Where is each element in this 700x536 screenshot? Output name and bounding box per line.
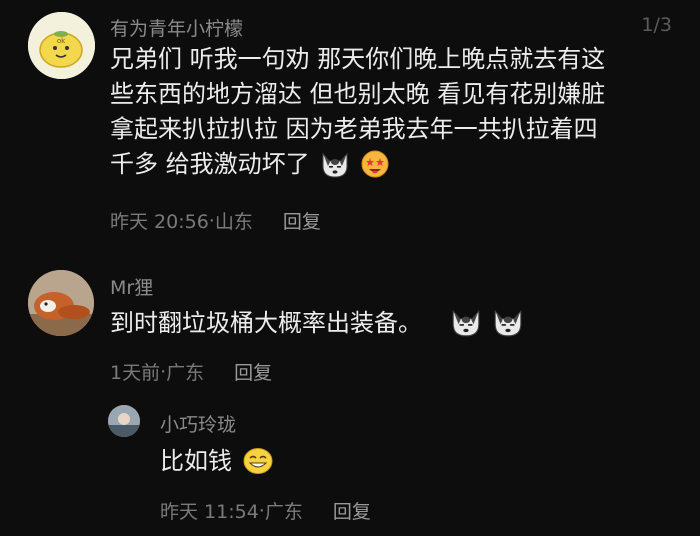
location: 广东 <box>166 362 205 384</box>
reply-button[interactable]: 回复 <box>333 497 371 524</box>
comment-line: 拿起来扒拉扒拉 因为老弟我去年一共扒拉着四 <box>110 115 598 143</box>
grin-face-icon <box>243 447 273 485</box>
avatar[interactable]: ok <box>28 12 95 79</box>
timestamp: 1天前 <box>110 362 161 384</box>
comment-text: 比如钱 <box>160 444 680 485</box>
comment-line: 比如钱 <box>160 447 232 475</box>
page-counter: 1/3 <box>641 14 672 36</box>
star-eyes-face-icon <box>361 150 389 188</box>
timestamp: 昨天 11:54 <box>160 501 259 523</box>
husky-face-icon <box>450 309 482 347</box>
avatar[interactable] <box>108 405 140 437</box>
comment-meta: 1天前 · 广东 回复 <box>110 358 272 385</box>
svg-text:ok: ok <box>57 37 66 45</box>
husky-face-icon <box>320 152 350 188</box>
lemon-avatar-icon: ok <box>28 12 95 79</box>
comment-line-last: 千多 给我激动坏了 <box>110 147 680 188</box>
location: 山东 <box>214 211 253 233</box>
comment-meta: 昨天 20:56 · 山东 回复 <box>110 207 321 234</box>
avatar[interactable] <box>28 270 94 336</box>
comment-meta: 昨天 11:54 · 广东 回复 <box>160 497 371 524</box>
comment-line: 些东西的地方溜达 但也别太晚 看见有花别嫌脏 <box>110 80 606 108</box>
comment-text: 兄弟们 听我一句劝 那天你们晚上晚点就去有这 些东西的地方溜达 但也别太晚 看见… <box>110 42 680 188</box>
comment-line: 千多 给我激动坏了 <box>110 150 310 178</box>
comment-line: 兄弟们 听我一句劝 那天你们晚上晚点就去有这 <box>110 45 606 73</box>
username[interactable]: 有为青年小柠檬 <box>110 14 243 41</box>
location: 广东 <box>264 501 303 523</box>
person-avatar-icon <box>108 405 140 437</box>
red-panda-avatar-icon <box>28 270 94 336</box>
timestamp: 昨天 20:56 <box>110 211 209 233</box>
comment-text: 到时翻垃圾桶大概率出装备。 <box>110 306 680 347</box>
username[interactable]: Mr狸 <box>110 273 153 300</box>
reply-button[interactable]: 回复 <box>234 358 272 385</box>
reply-button[interactable]: 回复 <box>283 207 321 234</box>
username[interactable]: 小巧玲珑 <box>160 410 236 437</box>
comment-line: 到时翻垃圾桶大概率出装备。 <box>110 309 422 337</box>
husky-face-icon <box>492 309 524 347</box>
